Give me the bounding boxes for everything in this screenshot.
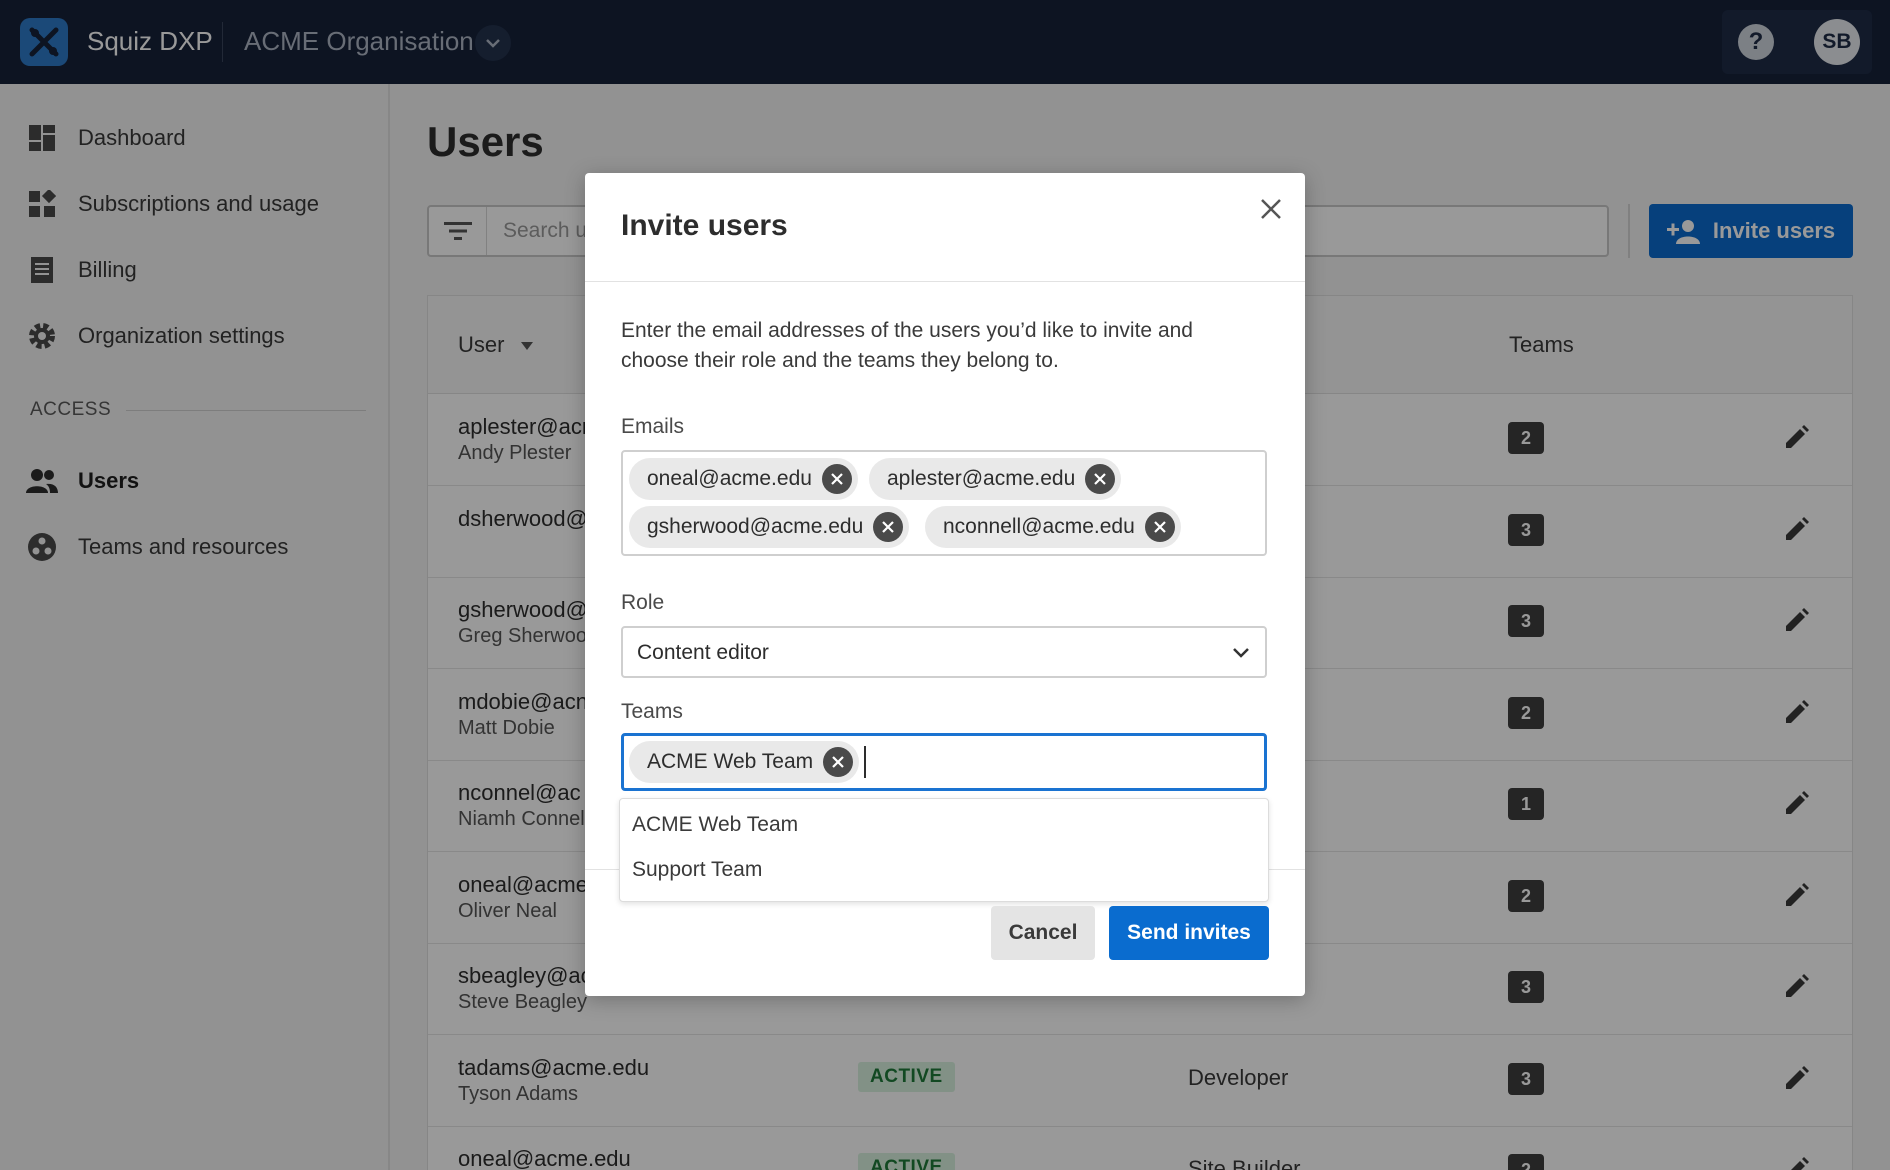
close-icon[interactable]: [1253, 191, 1289, 227]
email-chip: nconnell@acme.edu: [925, 506, 1181, 548]
email-chip-label: gsherwood@acme.edu: [647, 515, 864, 538]
text-caret: [864, 746, 866, 778]
remove-chip-icon[interactable]: [1144, 512, 1175, 542]
dialog-header-divider: [585, 281, 1305, 282]
remove-chip-icon[interactable]: [821, 464, 852, 494]
team-chip-label: ACME Web Team: [647, 750, 814, 773]
remove-chip-icon[interactable]: [873, 512, 904, 542]
team-chip: ACME Web Team: [629, 741, 860, 783]
teams-dropdown: ACME Web Team Support Team: [619, 798, 1269, 902]
teams-input[interactable]: ACME Web Team: [621, 733, 1267, 791]
email-chip-label: nconnell@acme.edu: [943, 515, 1135, 538]
role-select-value: Content editor: [637, 641, 769, 664]
send-invites-button[interactable]: Send invites: [1109, 906, 1269, 960]
invite-users-dialog: Invite users Enter the email addresses o…: [585, 173, 1305, 996]
dialog-title: Invite users: [621, 209, 788, 242]
remove-chip-icon[interactable]: [1085, 464, 1116, 494]
email-chip: aplester@acme.edu: [869, 458, 1122, 500]
dropdown-option[interactable]: Support Team: [632, 858, 762, 882]
chevron-down-icon: [1231, 642, 1251, 667]
remove-chip-icon[interactable]: [823, 747, 854, 777]
role-select[interactable]: Content editor: [621, 626, 1267, 678]
emails-label: Emails: [621, 415, 685, 438]
email-chip-label: aplester@acme.edu: [887, 467, 1076, 490]
emails-input[interactable]: oneal@acme.edu aplester@acme.edu gsherwo…: [621, 450, 1267, 556]
email-chip-label: oneal@acme.edu: [647, 467, 812, 490]
role-label: Role: [621, 591, 665, 614]
dropdown-option[interactable]: ACME Web Team: [632, 813, 798, 837]
cancel-button[interactable]: Cancel: [991, 906, 1095, 960]
email-chip: oneal@acme.edu: [629, 458, 858, 500]
email-chip: gsherwood@acme.edu: [629, 506, 910, 548]
teams-label: Teams: [621, 700, 683, 723]
dialog-description: Enter the email addresses of the users y…: [621, 319, 1193, 372]
